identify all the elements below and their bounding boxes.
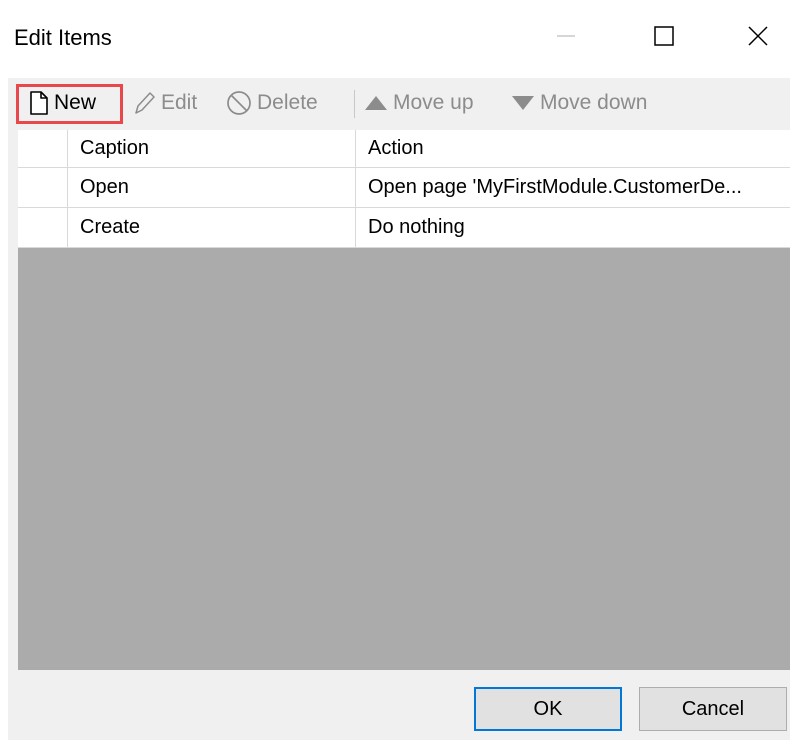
- maximize-icon: [654, 26, 674, 46]
- row-selector-cell[interactable]: [18, 208, 68, 247]
- caption-cell[interactable]: Open: [68, 168, 356, 207]
- items-grid: Caption Action Open Open page 'MyFirstMo…: [18, 130, 790, 670]
- action-cell[interactable]: Do nothing: [356, 208, 790, 247]
- close-icon: [748, 26, 768, 46]
- caption-cell[interactable]: Create: [68, 208, 356, 247]
- ok-button[interactable]: OK: [474, 687, 622, 731]
- toolbar: New Edit Delete Move up Move down: [8, 78, 790, 130]
- new-button-label: New: [54, 91, 97, 114]
- close-button[interactable]: [732, 10, 784, 62]
- move-down-button-label: Move down: [540, 91, 648, 114]
- action-cell-text: Open page 'MyFirstModule.CustomerDe...: [368, 176, 742, 198]
- cancel-button[interactable]: Cancel: [639, 687, 787, 731]
- caption-cell-text: Open: [80, 176, 129, 198]
- new-document-icon: [30, 91, 48, 115]
- action-cell[interactable]: Open page 'MyFirstModule.CustomerDe...: [356, 168, 790, 207]
- window-title: Edit Items: [14, 25, 112, 50]
- column-header-action[interactable]: Action: [356, 130, 790, 167]
- move-down-button[interactable]: Move down: [510, 85, 647, 121]
- move-up-button[interactable]: Move up: [363, 85, 474, 121]
- dialog-body: New Edit Delete Move up Move down Captio…: [8, 78, 790, 740]
- table-row[interactable]: Open Open page 'MyFirstModule.CustomerDe…: [18, 168, 790, 208]
- maximize-button[interactable]: [638, 10, 690, 62]
- row-selector-cell[interactable]: [18, 168, 68, 207]
- move-up-button-label: Move up: [393, 91, 474, 114]
- title-bar: Edit Items: [0, 0, 790, 78]
- edit-button-label: Edit: [161, 91, 198, 114]
- delete-button-label: Delete: [257, 91, 318, 114]
- table-row[interactable]: Create Do nothing: [18, 208, 790, 248]
- minimize-icon: [557, 35, 575, 37]
- triangle-down-icon: [512, 96, 534, 110]
- minimize-button[interactable]: [540, 10, 592, 62]
- column-header-caption-label: Caption: [80, 137, 149, 159]
- caption-cell-text: Create: [80, 216, 141, 238]
- prohibited-icon: [227, 91, 251, 115]
- delete-button[interactable]: Delete: [225, 85, 318, 121]
- grid-header-row: Caption Action: [18, 130, 790, 168]
- toolbar-separator: [354, 90, 355, 118]
- column-header-action-label: Action: [368, 137, 424, 159]
- pencil-icon: [135, 92, 155, 114]
- triangle-up-icon: [365, 96, 387, 110]
- edit-items-dialog: Edit Items New Edit Delete Move up Move …: [0, 0, 790, 740]
- edit-button[interactable]: Edit: [133, 85, 197, 121]
- new-button[interactable]: New: [28, 85, 96, 121]
- header-selector-cell: [18, 130, 68, 167]
- dialog-footer: OK Cancel: [8, 670, 790, 740]
- action-cell-text: Do nothing: [368, 216, 465, 238]
- column-header-caption[interactable]: Caption: [68, 130, 356, 167]
